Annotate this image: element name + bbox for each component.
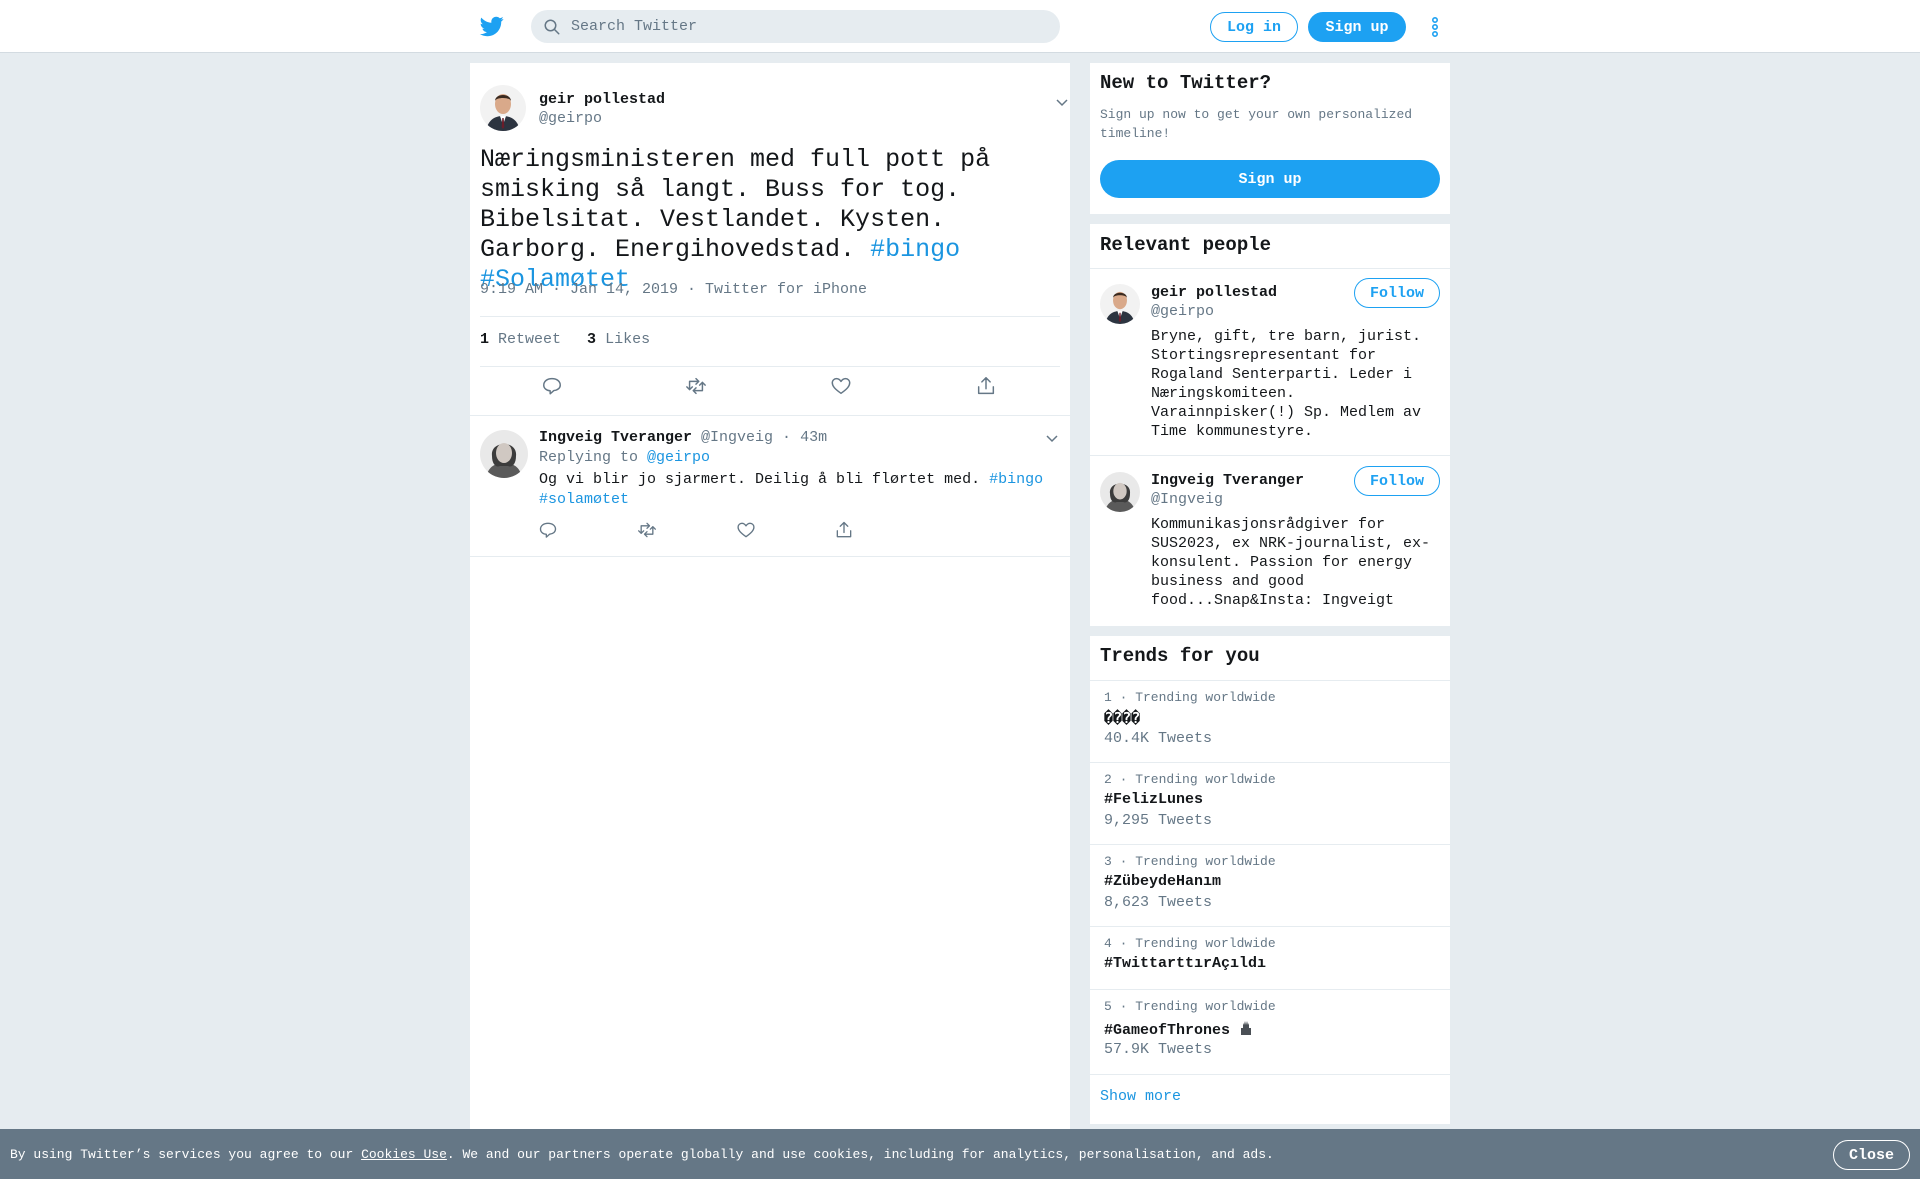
search-box[interactable]	[531, 10, 1060, 43]
card-title: New to Twitter?	[1100, 72, 1272, 94]
trend-item[interactable]: 2 · Trending worldwide #FelizLunes 9,295…	[1090, 762, 1450, 844]
share-icon[interactable]	[834, 520, 854, 540]
tweet-actions	[470, 375, 1070, 405]
divider	[480, 366, 1060, 367]
person-name[interactable]: geir pollestad	[1151, 284, 1277, 301]
like-heart-icon[interactable]	[830, 375, 852, 397]
cookies-use-link[interactable]: Cookies Use	[361, 1147, 447, 1162]
search-input[interactable]	[571, 18, 1041, 35]
trend-meta: 4 · Trending worldwide	[1104, 936, 1276, 951]
cookie-consent-bar: By using Twitter’s services you agree to…	[0, 1129, 1920, 1179]
person-item[interactable]: Ingveig Tveranger @Ingveig Follow Kommun…	[1090, 466, 1450, 622]
card-subtitle: Sign up now to get your own personalized…	[1100, 107, 1413, 141]
person-bio: Kommunikasjonsrådgiver for SUS2023, ex N…	[1151, 516, 1431, 609]
relevant-people-card: Relevant people geir pollestad @geirpo F…	[1090, 224, 1450, 626]
trend-count: 8,623 Tweets	[1104, 894, 1213, 911]
trend-item[interactable]: 1 · Trending worldwide ���� 40.4K Tweets	[1090, 680, 1450, 762]
reply-icon[interactable]	[538, 520, 558, 540]
trends-card: Trends for you 1 · Trending worldwide ��…	[1090, 636, 1450, 1124]
trend-name[interactable]: #FelizLunes	[1104, 791, 1203, 808]
person-handle[interactable]: @geirpo	[1151, 303, 1214, 320]
close-cookie-button[interactable]: Close	[1833, 1140, 1910, 1170]
reply-tweet[interactable]: Ingveig Tveranger @Ingveig · 43m Replyin…	[470, 416, 1070, 557]
person-item[interactable]: geir pollestad @geirpo Follow Bryne, gif…	[1090, 278, 1450, 454]
reply-icon[interactable]	[541, 375, 563, 397]
hashtag-link[interactable]: #bingo	[870, 235, 960, 264]
chevron-down-icon[interactable]	[1045, 433, 1059, 443]
hashtag-link[interactable]: #bingo	[989, 471, 1043, 488]
trend-meta: 5 · Trending worldwide	[1104, 999, 1276, 1014]
search-icon	[544, 19, 560, 34]
trend-name[interactable]: #TwittarttırAçıldı	[1104, 955, 1266, 972]
more-options-icon[interactable]	[1430, 16, 1440, 38]
reply-text: Og vi blir jo sjarmert. Deilig å bli flø…	[539, 471, 1044, 508]
retweet-icon[interactable]	[637, 520, 657, 540]
person-name[interactable]: Ingveig Tveranger	[1151, 472, 1304, 489]
hashtag-link[interactable]: #solamøtet	[539, 491, 629, 508]
follow-button[interactable]: Follow	[1354, 466, 1440, 496]
trend-meta: 2 · Trending worldwide	[1104, 772, 1276, 787]
signup-button[interactable]: Sign up	[1100, 160, 1440, 198]
reply-author-line[interactable]: Ingveig Tveranger @Ingveig · 43m	[539, 429, 827, 446]
trend-item[interactable]: 5 · Trending worldwide #GameofThrones 57…	[1090, 989, 1450, 1074]
trend-item[interactable]: 3 · Trending worldwide #ZübeydeHanım 8,6…	[1090, 844, 1450, 926]
tweet-text: Næringsministeren med full pott på smisk…	[480, 145, 1060, 295]
trend-meta: 3 · Trending worldwide	[1104, 854, 1276, 869]
top-navigation-bar: Log in Sign up	[0, 0, 1920, 53]
cookie-message: By using Twitter’s services you agree to…	[10, 1147, 1274, 1162]
person-bio: Bryne, gift, tre barn, jurist. Stortings…	[1151, 328, 1422, 440]
retweet-icon[interactable]	[685, 375, 707, 397]
login-button[interactable]: Log in	[1210, 12, 1298, 42]
tweet-timestamp[interactable]: 9:19 AM · Jan 14, 2019 · Twitter for iPh…	[480, 281, 867, 298]
divider	[1090, 455, 1450, 456]
trend-count: 9,295 Tweets	[1104, 812, 1213, 829]
reply-actions	[470, 520, 1070, 542]
twitter-bird-icon[interactable]	[479, 14, 505, 38]
trend-count: 57.9K Tweets	[1104, 1041, 1213, 1058]
follow-button[interactable]: Follow	[1354, 278, 1440, 308]
trend-name[interactable]: #GameofThrones	[1104, 1020, 1253, 1039]
throne-emoji-icon	[1241, 1021, 1252, 1035]
divider	[1090, 268, 1450, 269]
divider	[480, 316, 1060, 317]
person-handle[interactable]: @Ingveig	[1151, 491, 1223, 508]
card-title: Relevant people	[1100, 234, 1272, 256]
tweet-stats: 1 Retweet 3 Likes	[480, 331, 650, 348]
card-title: Trends for you	[1100, 645, 1260, 667]
new-to-twitter-card: New to Twitter? Sign up now to get your …	[1090, 63, 1450, 214]
signup-button[interactable]: Sign up	[1308, 12, 1406, 42]
trend-item[interactable]: 4 · Trending worldwide #TwittarttırAçıld…	[1090, 926, 1450, 989]
author-avatar[interactable]	[480, 85, 526, 131]
likes-stat[interactable]: 3 Likes	[587, 331, 650, 348]
tweet-author-header: geir pollestad @geirpo	[480, 85, 1068, 135]
trend-meta: 1 · Trending worldwide	[1104, 690, 1276, 705]
trend-name[interactable]: ����	[1104, 709, 1140, 728]
replying-to: Replying to @geirpo	[539, 449, 711, 466]
trend-count: 40.4K Tweets	[1104, 730, 1213, 747]
person-avatar[interactable]	[1100, 472, 1140, 512]
author-handle[interactable]: @geirpo	[539, 110, 602, 127]
divider	[1090, 1074, 1450, 1075]
like-heart-icon[interactable]	[736, 520, 756, 540]
author-name[interactable]: geir pollestad	[539, 91, 665, 108]
mention-link[interactable]: @geirpo	[647, 449, 710, 466]
show-more-link[interactable]: Show more	[1100, 1088, 1181, 1105]
trend-name[interactable]: #ZübeydeHanım	[1104, 873, 1221, 890]
share-icon[interactable]	[975, 375, 997, 397]
main-timeline-column: geir pollestad @geirpo Næringsministeren…	[470, 63, 1070, 1129]
person-avatar[interactable]	[1100, 284, 1140, 324]
retweet-stat[interactable]: 1 Retweet	[480, 331, 561, 348]
reply-author-avatar[interactable]	[480, 430, 528, 478]
chevron-down-icon[interactable]	[1055, 97, 1069, 107]
